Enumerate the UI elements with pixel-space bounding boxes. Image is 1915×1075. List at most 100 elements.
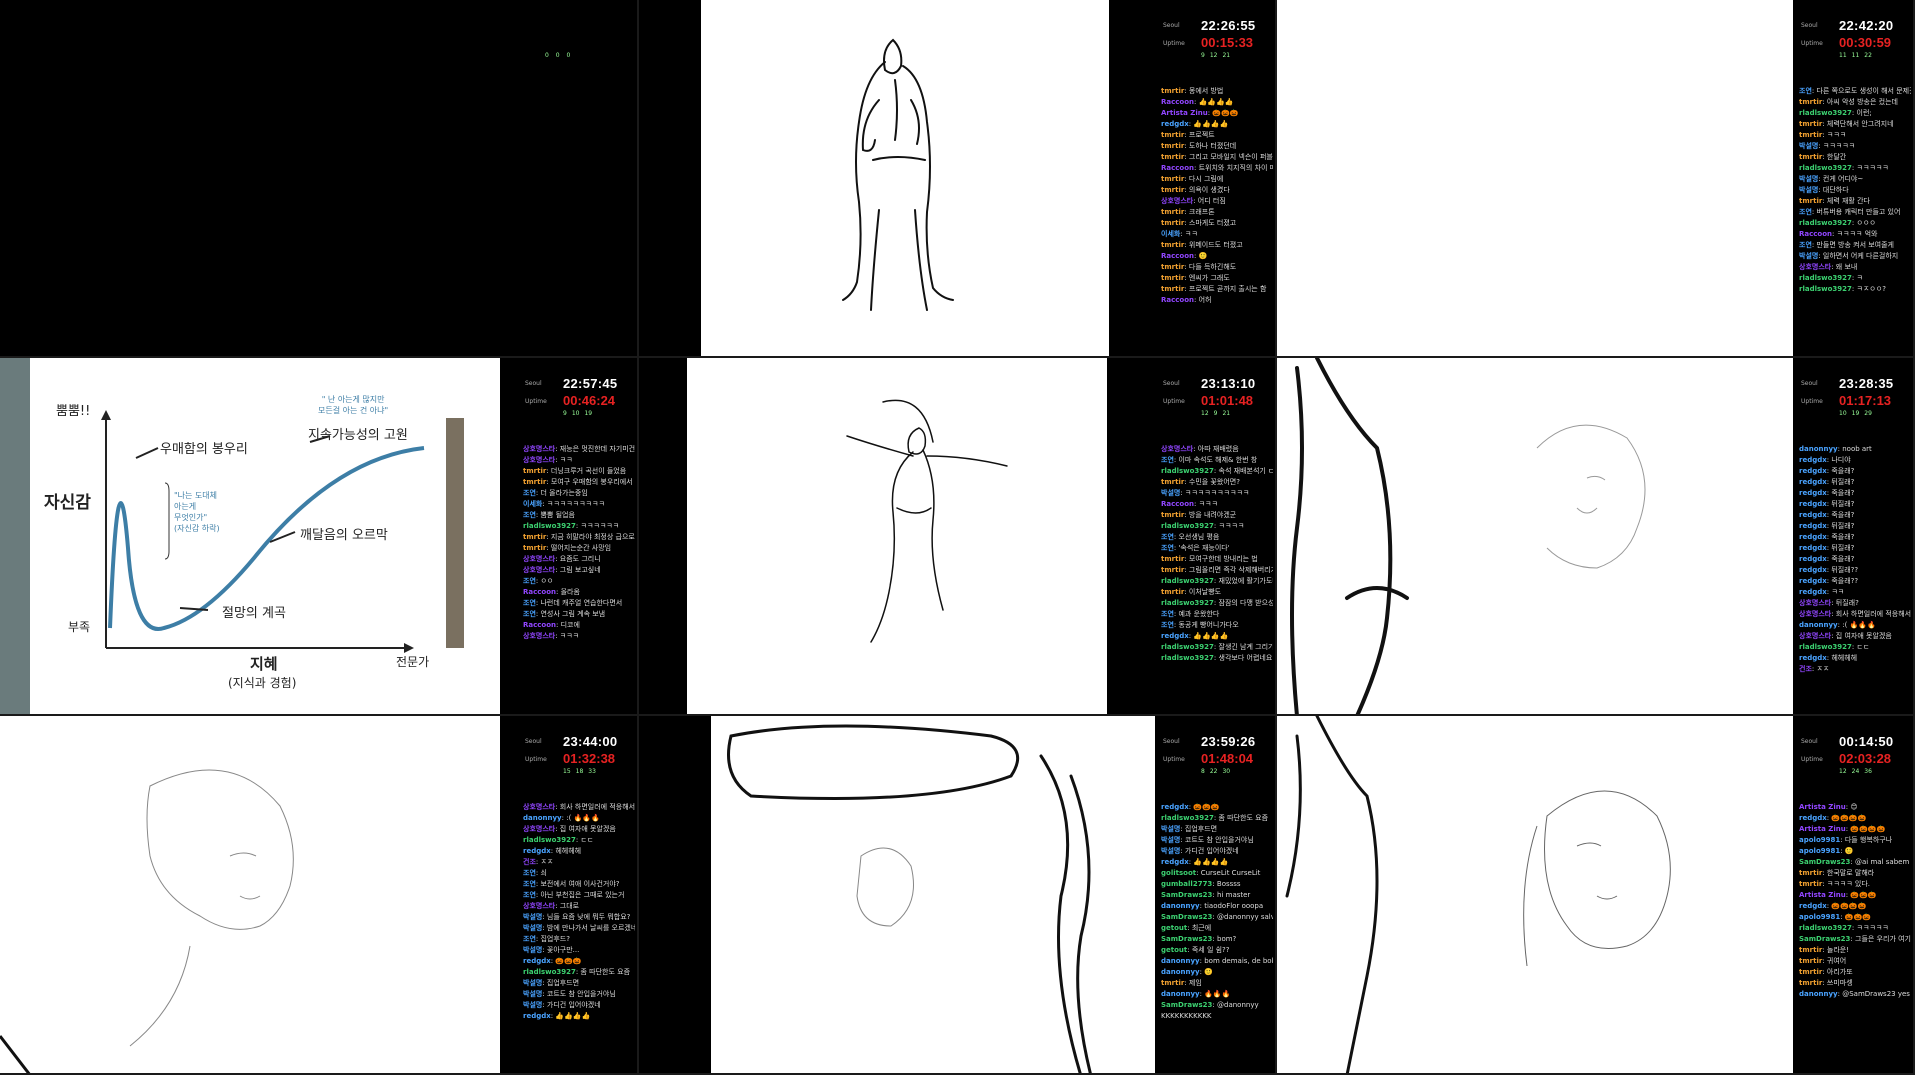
chat-username[interactable]: rladlswo3927 <box>523 836 576 844</box>
chat-username[interactable]: tmrtir <box>1161 555 1184 563</box>
chat-username[interactable]: rladlswo3927 <box>1799 109 1852 117</box>
chat-username[interactable]: 조연 <box>523 891 536 899</box>
chat-username[interactable]: SamDraws23 <box>1161 913 1212 921</box>
chat-username[interactable]: tmrtir <box>1161 478 1184 486</box>
chat-username[interactable]: redgdx <box>1799 456 1827 464</box>
chat-username[interactable]: 조연 <box>523 610 536 618</box>
chat-username[interactable]: 상호명스타 <box>523 445 555 453</box>
chat-username[interactable]: redgdx <box>1799 654 1827 662</box>
chat-username[interactable]: tmrtir <box>1799 946 1822 954</box>
chat-username[interactable]: redgdx <box>1799 533 1827 541</box>
chat-username[interactable]: rladlswo3927 <box>1799 924 1852 932</box>
chat-username[interactable]: 조연 <box>1161 621 1174 629</box>
chat-username[interactable]: Raccoon <box>1799 230 1832 238</box>
chat-username[interactable]: 조연 <box>1161 456 1174 464</box>
chat-username[interactable]: tmrtir <box>1161 186 1184 194</box>
chat-username[interactable]: tmrtir <box>1161 511 1184 519</box>
chat-username[interactable]: 건조 <box>523 858 536 866</box>
chat-username[interactable]: redgdx <box>1799 478 1827 486</box>
chat-username[interactable]: 상호명스타 <box>1799 610 1831 618</box>
chat-username[interactable]: redgdx <box>1161 803 1189 811</box>
chat-username[interactable]: Raccoon <box>1161 98 1194 106</box>
chat-username[interactable]: 상호명스타 <box>523 566 555 574</box>
chat-username[interactable]: 조연 <box>1799 241 1812 249</box>
chat-username[interactable]: 상호명스타 <box>523 555 555 563</box>
chat-username[interactable]: rladlswo3927 <box>1161 467 1214 475</box>
chat-username[interactable]: 이세화 <box>1161 230 1180 238</box>
chat-username[interactable]: tmrtir <box>1799 968 1822 976</box>
chat-username[interactable]: 조연 <box>523 935 536 943</box>
chat-username[interactable]: tmrtir <box>1161 87 1184 95</box>
chat-username[interactable]: 박설명 <box>523 946 542 954</box>
chat-username[interactable]: Artista Zinu <box>1799 891 1846 899</box>
chat-username[interactable]: tmrtir <box>1161 219 1184 227</box>
chat-username[interactable]: SamDraws23 <box>1161 935 1212 943</box>
chat-username[interactable]: getout <box>1161 946 1187 954</box>
chat-username[interactable]: tmrtir <box>1161 285 1184 293</box>
chat-username[interactable]: 상호명스타 <box>523 632 555 640</box>
chat-username[interactable]: tmrtir <box>1161 566 1184 574</box>
chat-username[interactable]: redgdx <box>1161 120 1189 128</box>
chat-username[interactable]: tmrtir <box>1161 131 1184 139</box>
chat-username[interactable]: redgdx <box>1799 555 1827 563</box>
chat-username[interactable]: 상호명스타 <box>523 825 555 833</box>
chat-username[interactable]: danonnyy <box>1161 902 1200 910</box>
chat-username[interactable]: 조연 <box>1161 544 1174 552</box>
chat-username[interactable]: Raccoon <box>523 588 556 596</box>
chat-username[interactable]: 조연 <box>523 599 536 607</box>
chat-username[interactable]: tmrtir <box>523 544 546 552</box>
chat-username[interactable]: 박설명 <box>1799 252 1818 260</box>
chat-username[interactable]: rladlswo3927 <box>1799 164 1852 172</box>
chat-username[interactable]: 박설명 <box>1161 836 1180 844</box>
chat-username[interactable]: danonnyy <box>1161 990 1200 998</box>
chat-username[interactable]: SamDraws23 <box>1799 858 1850 866</box>
chat-username[interactable]: redgdx <box>523 1012 551 1020</box>
chat-username[interactable]: redgdx <box>1799 522 1827 530</box>
chat-username[interactable]: tmrtir <box>1799 131 1822 139</box>
chat-username[interactable]: 박설명 <box>523 1001 542 1009</box>
chat-username[interactable]: danonnyy <box>1799 990 1838 998</box>
chat-username[interactable]: redgdx <box>1799 577 1827 585</box>
chat-username[interactable]: rladlswo3927 <box>1799 285 1852 293</box>
chat-username[interactable]: tmrtir <box>1799 869 1822 877</box>
chat-username[interactable]: 박설명 <box>523 913 542 921</box>
chat-username[interactable]: 이세화 <box>523 500 542 508</box>
chat-username[interactable]: 조연 <box>523 511 536 519</box>
chat-username[interactable]: 박설명 <box>523 990 542 998</box>
chat-username[interactable]: apolo9981 <box>1799 847 1840 855</box>
chat-username[interactable]: Raccoon <box>1161 500 1194 508</box>
chat-username[interactable]: 조연 <box>1799 208 1812 216</box>
chat-username[interactable]: 상호명스타 <box>1799 263 1831 271</box>
chat-username[interactable]: rladlswo3927 <box>1799 219 1852 227</box>
chat-username[interactable]: rladlswo3927 <box>1799 643 1852 651</box>
chat-username[interactable]: 박설명 <box>1799 186 1818 194</box>
chat-username[interactable]: SamDraws23 <box>1161 1001 1212 1009</box>
chat-username[interactable]: danonnyy <box>1161 968 1200 976</box>
chat-username[interactable]: 조연 <box>1161 533 1174 541</box>
chat-username[interactable]: redgdx <box>1799 566 1827 574</box>
chat-username[interactable]: 박설명 <box>523 979 542 987</box>
chat-username[interactable]: danonnyy <box>523 814 562 822</box>
chat-username[interactable]: 박설명 <box>1161 489 1180 497</box>
chat-username[interactable]: 상호명스타 <box>523 803 555 811</box>
chat-username[interactable]: tmrtir <box>1161 274 1184 282</box>
chat-username[interactable]: 조연 <box>523 869 536 877</box>
chat-username[interactable]: tmrtir <box>523 478 546 486</box>
chat-username[interactable]: tmrtir <box>1799 979 1822 987</box>
chat-username[interactable]: 박설명 <box>1799 175 1818 183</box>
chat-username[interactable]: tmrtir <box>523 467 546 475</box>
chat-username[interactable]: 상호명스타 <box>523 456 555 464</box>
chat-username[interactable]: tmrtir <box>1161 208 1184 216</box>
chat-username[interactable]: tmrtir <box>1799 957 1822 965</box>
chat-username[interactable]: apolo9981 <box>1799 913 1840 921</box>
chat-username[interactable]: tmrtir <box>1799 98 1822 106</box>
chat-username[interactable]: golitsoot <box>1161 869 1196 877</box>
chat-username[interactable]: rladlswo3927 <box>523 968 576 976</box>
chat-username[interactable]: 박설명 <box>1161 847 1180 855</box>
chat-username[interactable]: redgdx <box>1799 814 1827 822</box>
chat-username[interactable]: rladlswo3927 <box>1161 643 1214 651</box>
chat-username[interactable]: tmrtir <box>523 533 546 541</box>
chat-username[interactable]: Raccoon <box>523 621 556 629</box>
chat-username[interactable]: danonnyy <box>1161 957 1200 965</box>
chat-username[interactable]: redgdx <box>1799 511 1827 519</box>
